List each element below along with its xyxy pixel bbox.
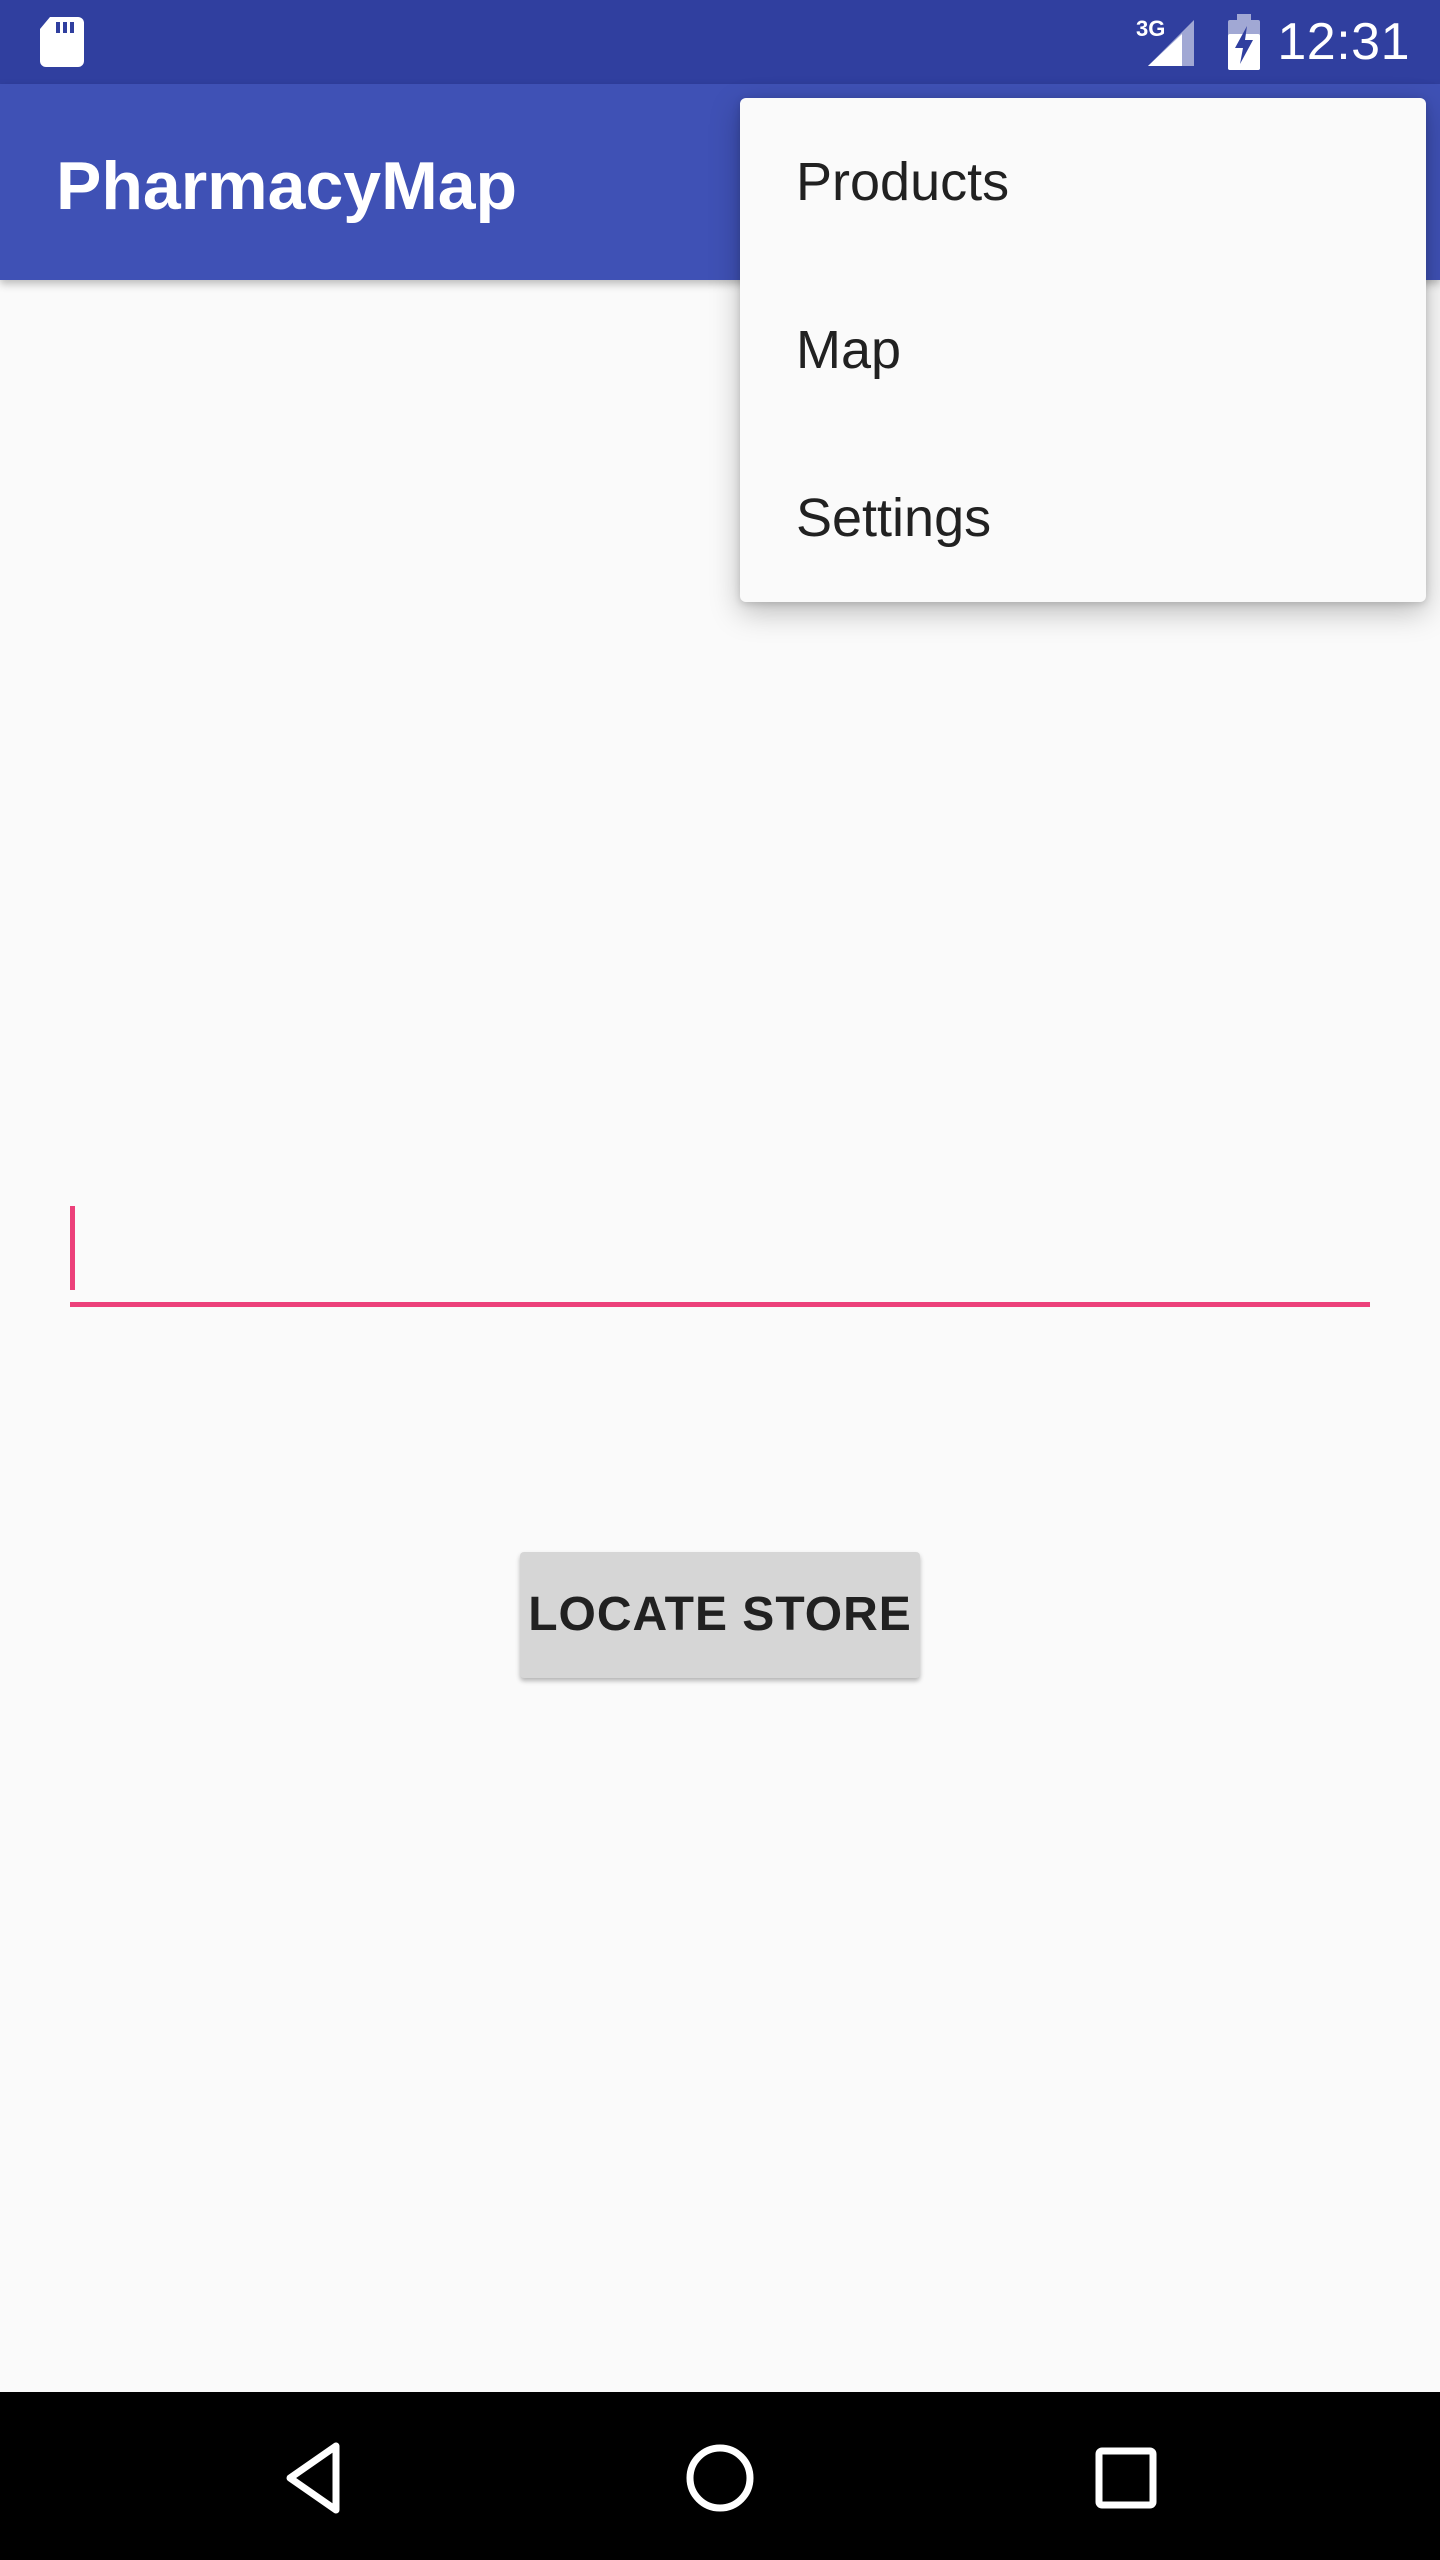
status-bar: 3G 12:31 [0,0,1440,84]
menu-item-map[interactable]: Map [740,266,1426,434]
menu-item-label: Map [796,320,902,380]
menu-item-label: Products [796,152,1010,212]
svg-text:3G: 3G [1136,16,1165,41]
recents-icon[interactable] [1078,2430,1174,2526]
battery-charging-icon [1228,14,1260,70]
locate-store-button[interactable]: LOCATE STORE [520,1552,920,1678]
menu-item-products[interactable]: Products [740,98,1426,266]
text-cursor [70,1206,75,1290]
menu-item-settings[interactable]: Settings [740,434,1426,602]
menu-item-label: Settings [796,488,992,548]
navigation-bar [0,2392,1440,2560]
screen: 3G 12:31 PharmacyMap LOCATE STORE Produc… [0,0,1440,2560]
home-icon[interactable] [672,2430,768,2526]
app-title: PharmacyMap [56,148,518,224]
store-input[interactable] [70,1206,1370,1307]
overflow-menu: Products Map Settings [740,98,1426,602]
back-icon[interactable] [268,2430,364,2526]
sd-card-icon [40,17,84,67]
signal-icon: 3G [1136,16,1194,66]
locate-store-label: LOCATE STORE [528,1588,912,1641]
status-time: 12:31 [1277,13,1410,71]
